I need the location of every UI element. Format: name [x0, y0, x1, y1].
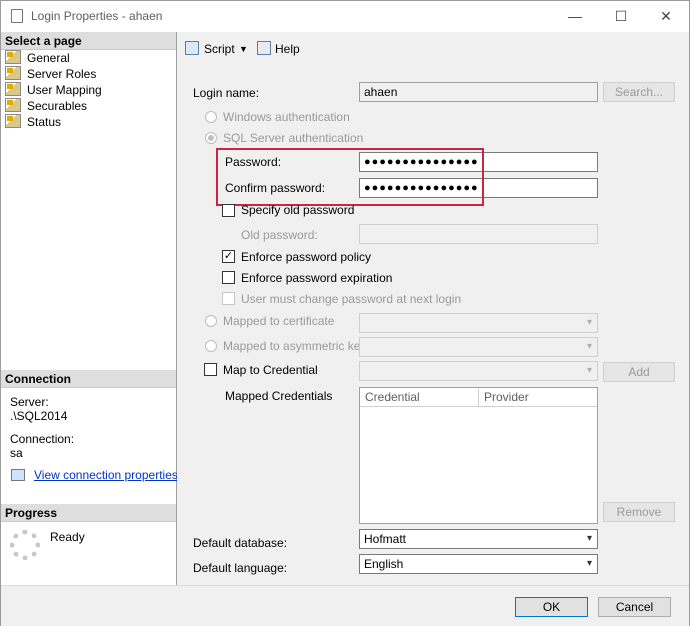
script-button[interactable]: Script: [204, 40, 235, 58]
cancel-button[interactable]: Cancel: [598, 597, 671, 617]
default-database-label: Default database:: [193, 536, 288, 550]
page-item-label: User Mapping: [27, 83, 102, 97]
certificate-combo[interactable]: ▾: [359, 313, 598, 333]
windows-auth-label: Windows authentication: [223, 110, 350, 124]
ok-button[interactable]: OK: [515, 597, 588, 617]
chevron-down-icon: ▾: [586, 341, 592, 352]
enforce-policy-checkbox[interactable]: ✓: [222, 250, 235, 263]
specify-old-password-checkbox[interactable]: [222, 204, 235, 217]
mapped-asym-radio[interactable]: [205, 340, 217, 352]
server-label: Server:: [10, 395, 49, 409]
progress-status: Ready: [50, 530, 85, 544]
old-password-label: Old password:: [241, 228, 318, 242]
provider-column-header[interactable]: Provider: [479, 388, 597, 407]
highlight-box: [216, 148, 484, 206]
default-language-value: English: [364, 557, 404, 571]
specify-old-password-label: Specify old password: [241, 203, 355, 217]
chevron-down-icon: ▾: [586, 317, 592, 328]
page-item-label: Status: [27, 115, 62, 129]
left-pane: Select a page General Server Roles User …: [1, 32, 178, 585]
default-language-combo[interactable]: English ▾: [359, 554, 598, 574]
page-item-status[interactable]: Status: [5, 114, 61, 130]
progress-spinner-icon: [10, 530, 40, 560]
asymmetric-key-combo[interactable]: ▾: [359, 337, 598, 357]
page-item-label: General: [27, 51, 70, 65]
windows-auth-radio[interactable]: [205, 111, 217, 123]
enforce-expiration-label: Enforce password expiration: [241, 271, 393, 285]
dialog-footer: OK Cancel: [1, 585, 689, 626]
page-item-label: Securables: [27, 99, 88, 113]
window-icon: [11, 9, 23, 23]
connection-header: Connection: [1, 370, 176, 388]
page-icon: [5, 114, 21, 128]
mapped-credentials-grid[interactable]: Credential Provider: [359, 387, 598, 524]
page-item-user-mapping[interactable]: User Mapping: [5, 82, 102, 98]
progress-header: Progress: [1, 504, 176, 522]
sql-auth-label: SQL Server authentication: [223, 131, 364, 145]
search-button[interactable]: Search...: [603, 82, 675, 102]
chevron-down-icon: ▾: [586, 533, 592, 544]
script-icon: [185, 41, 199, 55]
mapped-asym-label: Mapped to asymmetric key: [223, 339, 367, 353]
enforce-expiration-checkbox[interactable]: [222, 271, 235, 284]
connection-value: sa: [10, 446, 23, 460]
connection-properties-icon: [11, 469, 25, 481]
page-item-server-roles[interactable]: Server Roles: [5, 66, 96, 82]
help-icon: [257, 41, 271, 55]
title-bar: Login Properties - ahaen — ☐ ✕: [1, 1, 689, 32]
login-properties-window: Login Properties - ahaen — ☐ ✕ Select a …: [0, 0, 690, 626]
script-dropdown-icon[interactable]: ▼: [239, 40, 248, 58]
chevron-down-icon: ▾: [586, 558, 592, 569]
close-button[interactable]: ✕: [643, 1, 689, 32]
must-change-checkbox[interactable]: [222, 292, 235, 305]
page-item-label: Server Roles: [27, 67, 97, 81]
must-change-label: User must change password at next login: [241, 292, 462, 306]
mapped-cert-radio[interactable]: [205, 315, 217, 327]
credential-combo[interactable]: ▾: [359, 361, 598, 381]
default-language-label: Default language:: [193, 561, 288, 575]
sql-auth-radio[interactable]: [205, 132, 217, 144]
connection-label: Connection:: [10, 432, 75, 446]
minimize-button[interactable]: —: [552, 1, 598, 32]
page-item-securables[interactable]: Securables: [5, 98, 87, 114]
remove-button[interactable]: Remove: [603, 502, 675, 522]
mapped-credentials-label: Mapped Credentials: [225, 389, 333, 403]
window-title: Login Properties - ahaen: [31, 9, 163, 23]
login-name-field[interactable]: ahaen: [359, 82, 598, 102]
map-credential-label: Map to Credential: [223, 363, 318, 377]
page-icon: [5, 66, 21, 80]
select-page-header: Select a page: [1, 32, 176, 50]
old-password-field[interactable]: [359, 224, 598, 244]
credential-column-header[interactable]: Credential: [360, 388, 479, 407]
default-database-combo[interactable]: Hofmatt ▾: [359, 529, 598, 549]
mapped-cert-label: Mapped to certificate: [223, 314, 335, 328]
maximize-button[interactable]: ☐: [598, 1, 644, 32]
page-icon: [5, 82, 21, 96]
toolbar: Script ▼ Help: [177, 32, 689, 65]
page-icon: [5, 50, 21, 64]
page-item-general[interactable]: General: [5, 50, 70, 66]
chevron-down-icon: ▾: [586, 365, 592, 376]
view-connection-properties-link[interactable]: View connection properties: [34, 468, 178, 482]
help-button[interactable]: Help: [275, 40, 300, 58]
server-value: .\SQL2014: [10, 409, 68, 423]
enforce-policy-label: Enforce password policy: [241, 250, 372, 264]
map-credential-checkbox[interactable]: [204, 363, 217, 376]
add-button[interactable]: Add: [603, 362, 675, 382]
login-name-label: Login name:: [193, 86, 260, 100]
page-icon: [5, 98, 21, 112]
default-database-value: Hofmatt: [364, 532, 407, 546]
general-page: Login name: ahaen Search... Windows auth…: [177, 64, 689, 585]
